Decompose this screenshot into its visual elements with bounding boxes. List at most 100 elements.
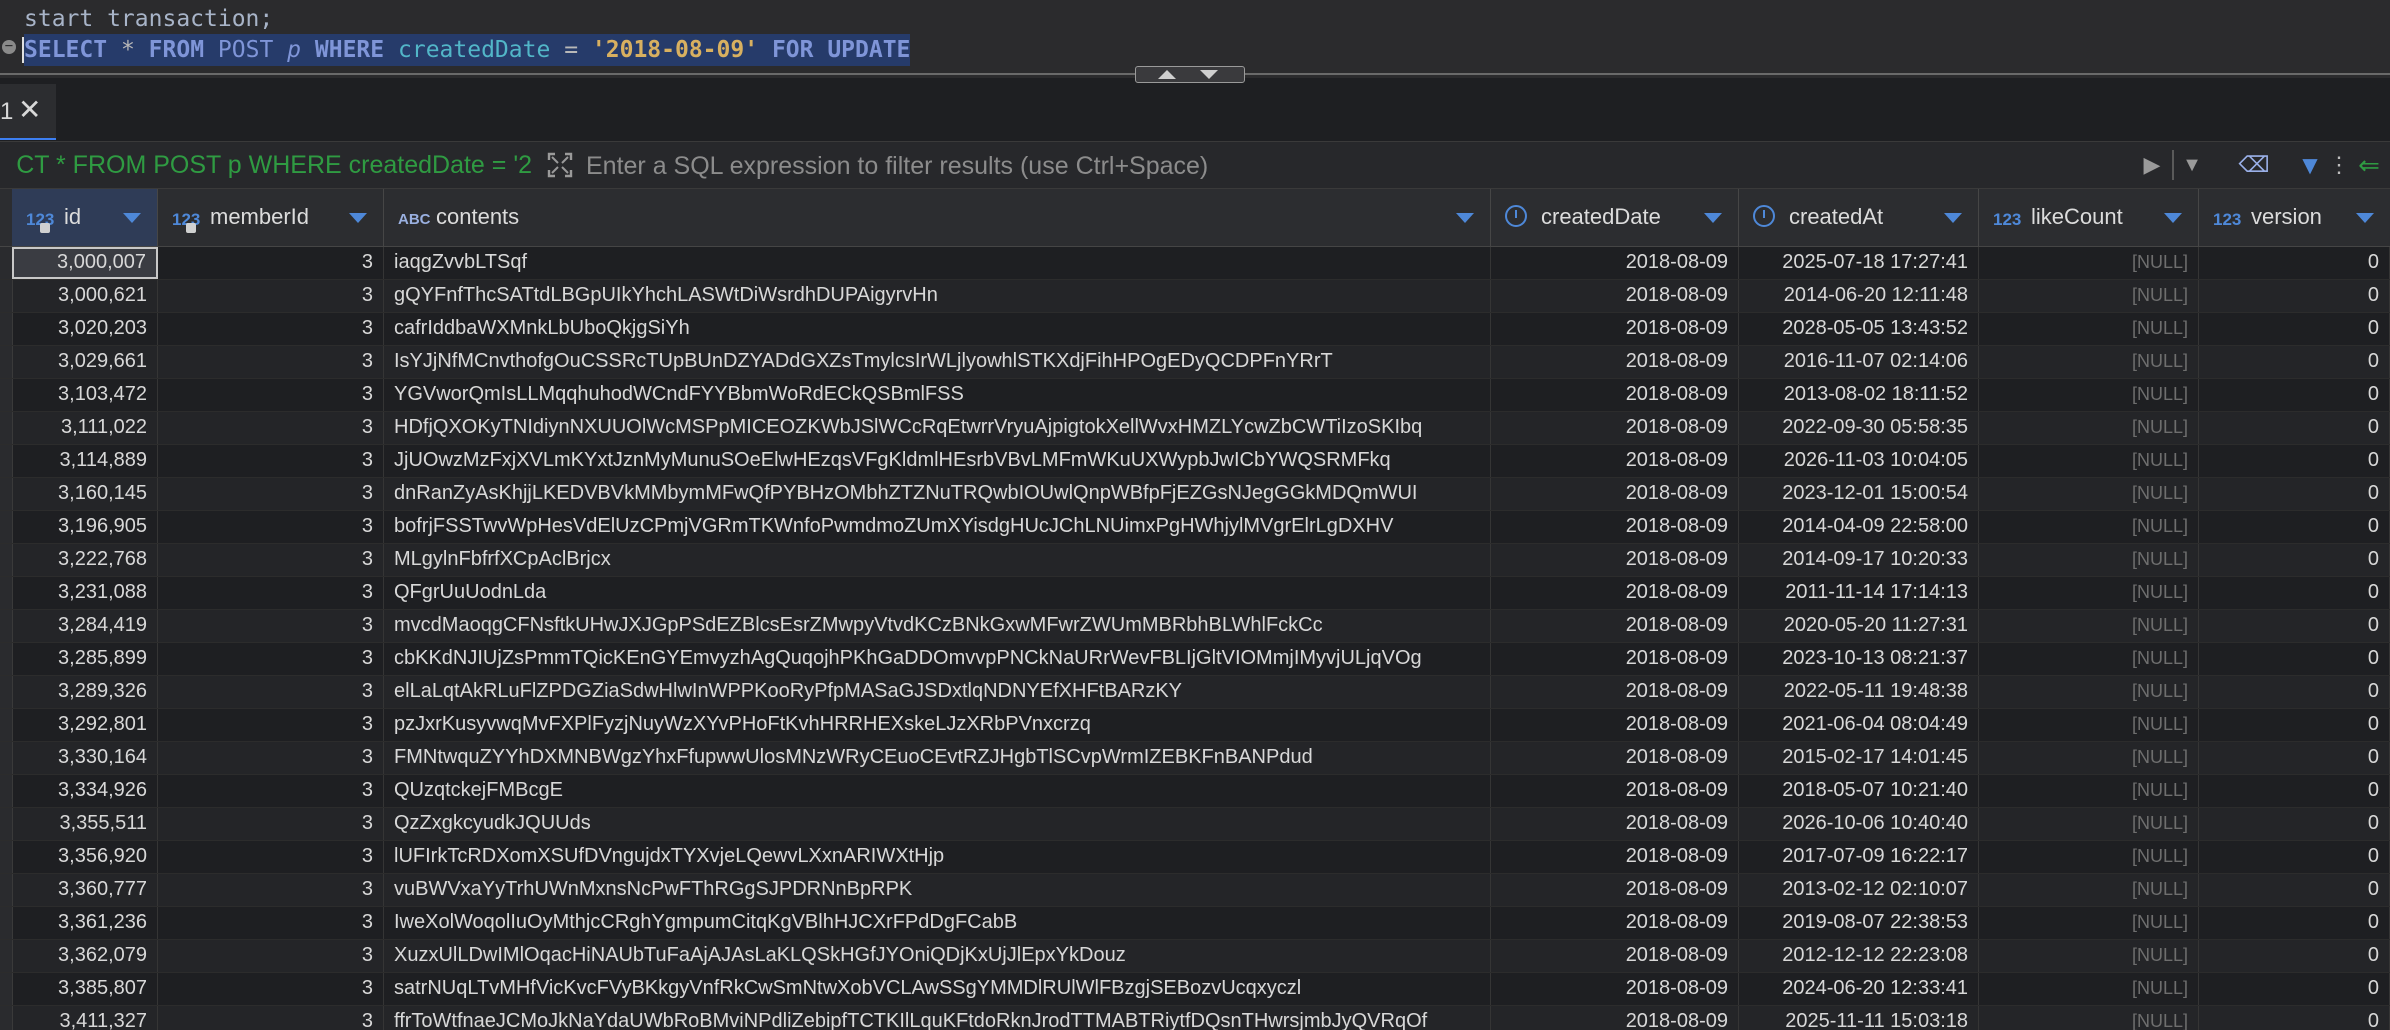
cell-version[interactable]: 0 [2199,610,2390,642]
cell-createdat[interactable]: 2013-02-12 02:10:07 [1739,874,1979,906]
cell-contents[interactable]: lUFIrkTcRDXomXSUfDVngujdxTYXvjeLQewvLXxn… [384,841,1491,873]
table-row[interactable]: 3,385,807 3 satrNUqLTvMHfVicKvcFVyBKkgyVnf… [0,973,2390,1006]
cell-version[interactable]: 0 [2199,874,2390,906]
more-icon[interactable]: ⋮ [2328,142,2350,188]
cell-contents[interactable]: gQYFnfThcSATtdLBGpUIkYhchLASWtDiWsrdhDUP… [384,280,1491,312]
cell-createddate[interactable]: 2018-08-09 [1491,973,1739,1005]
cell-createddate[interactable]: 2018-08-09 [1491,874,1739,906]
cell-id[interactable]: 3,114,889 [12,445,158,477]
cell-id[interactable]: 3,285,899 [12,643,158,675]
cell-id[interactable]: 3,334,926 [12,775,158,807]
cell-version[interactable]: 0 [2199,478,2390,510]
cell-contents[interactable]: mvcdMaoqgCFNsftkUHwJXJGpPSdEZBlcsEsrZMwp… [384,610,1491,642]
sql-editor[interactable]: start transaction; − SELECT * FROM POST … [0,0,2390,83]
cell-createdat[interactable]: 2017-07-09 16:22:17 [1739,841,1979,873]
cell-id[interactable]: 3,000,007 [12,247,158,279]
table-row[interactable]: 3,231,088 3 QFgrUuUodnLda 2018-08-09 2011-11… [0,577,2390,610]
cell-contents[interactable]: JjUOwzMzFxjXVLmKYxtJznMyMunuSOeElwHEzqsV… [384,445,1491,477]
table-row[interactable]: 3,356,920 3 lUFIrkTcRDXomXSUfDVngujdxTYXvj… [0,841,2390,874]
table-row[interactable]: 3,289,326 3 elLaLqtAkRLuFlZPDGZiaSdwHlwInW… [0,676,2390,709]
cell-version[interactable]: 0 [2199,412,2390,444]
cell-createdat[interactable]: 2026-10-06 10:40:40 [1739,808,1979,840]
cell-id[interactable]: 3,385,807 [12,973,158,1005]
cell-createdat[interactable]: 2014-06-20 12:11:48 [1739,280,1979,312]
cell-createdat[interactable]: 2024-06-20 12:33:41 [1739,973,1979,1005]
cell-memberid[interactable]: 3 [158,511,384,543]
cell-createddate[interactable]: 2018-08-09 [1491,313,1739,345]
cell-memberid[interactable]: 3 [158,313,384,345]
cell-createdat[interactable]: 2013-08-02 18:11:52 [1739,379,1979,411]
cell-createddate[interactable]: 2018-08-09 [1491,379,1739,411]
cell-version[interactable]: 0 [2199,577,2390,609]
cell-contents[interactable]: dnRanZyAsKhjjLKEDVBVkMMbymMFwQfPYBHzOMbh… [384,478,1491,510]
cell-memberid[interactable]: 3 [158,280,384,312]
splitter-handle[interactable] [1135,66,1245,83]
cell-createddate[interactable]: 2018-08-09 [1491,577,1739,609]
cell-id[interactable]: 3,020,203 [12,313,158,345]
cell-likecount[interactable]: [NULL] [1979,874,2199,906]
table-row[interactable]: 3,196,905 3 bofrjFSSTwvWpHesVdElUzCPmjVGRm… [0,511,2390,544]
cell-version[interactable]: 0 [2199,973,2390,1005]
maximize-up-icon[interactable] [1158,70,1176,79]
cell-createdat[interactable]: 2028-05-05 13:43:52 [1739,313,1979,345]
cell-likecount[interactable]: [NULL] [1979,544,2199,576]
cell-createddate[interactable]: 2018-08-09 [1491,478,1739,510]
cell-id[interactable]: 3,160,145 [12,478,158,510]
filter-icon[interactable]: ▼ [2296,142,2324,188]
cell-contents[interactable]: HDfjQXOKyTNIdiynNXUUOlWcMSPpMICEOZKWbJSl… [384,412,1491,444]
cell-id[interactable]: 3,029,661 [12,346,158,378]
cell-createdat[interactable]: 2018-05-07 10:21:40 [1739,775,1979,807]
cell-createdat[interactable]: 2023-10-13 08:21:37 [1739,643,1979,675]
cell-contents[interactable]: MLgylnFbfrfXCpAclBrjcx [384,544,1491,576]
cell-likecount[interactable]: [NULL] [1979,841,2199,873]
cell-version[interactable]: 0 [2199,643,2390,675]
cell-createddate[interactable]: 2018-08-09 [1491,907,1739,939]
cell-memberid[interactable]: 3 [158,544,384,576]
cell-memberid[interactable]: 3 [158,676,384,708]
sort-dropdown-icon[interactable] [349,213,367,223]
cell-contents[interactable]: bofrjFSSTwvWpHesVdElUzCPmjVGRmTKWnfoPwmd… [384,511,1491,543]
query-reference[interactable]: CT * FROM POST p WHERE createdDate = '2 [0,142,532,188]
cell-memberid[interactable]: 3 [158,940,384,972]
column-header-id[interactable]: 123 id [12,189,158,246]
cell-createdat[interactable]: 2025-11-11 15:03:18 [1739,1006,1979,1030]
cell-contents[interactable]: QUzqtckejFMBcgE [384,775,1491,807]
table-row[interactable]: 3,114,889 3 JjUOwzMzFxjXVLmKYxtJznMyMunuSO… [0,445,2390,478]
cell-createdat[interactable]: 2021-06-04 08:04:49 [1739,709,1979,741]
cell-memberid[interactable]: 3 [158,874,384,906]
cell-createddate[interactable]: 2018-08-09 [1491,709,1739,741]
cell-createddate[interactable]: 2018-08-09 [1491,610,1739,642]
cell-likecount[interactable]: [NULL] [1979,412,2199,444]
editor-line-2-selected[interactable]: SELECT * FROM POST p WHERE createdDate =… [24,34,911,66]
cell-version[interactable]: 0 [2199,907,2390,939]
cell-createdat[interactable]: 2023-12-01 15:00:54 [1739,478,1979,510]
table-row[interactable]: 3,222,768 3 MLgylnFbfrfXCpAclBrjcx 2018-08-… [0,544,2390,577]
cell-likecount[interactable]: [NULL] [1979,973,2199,1005]
cell-memberid[interactable]: 3 [158,412,384,444]
cell-createdat[interactable]: 2022-09-30 05:58:35 [1739,412,1979,444]
cell-createdat[interactable]: 2011-11-14 17:14:13 [1739,577,1979,609]
cell-version[interactable]: 0 [2199,346,2390,378]
cell-version[interactable]: 0 [2199,247,2390,279]
cell-likecount[interactable]: [NULL] [1979,1006,2199,1030]
cell-memberid[interactable]: 3 [158,445,384,477]
table-row[interactable]: 3,330,164 3 FMNtwquZYYhDXMNBWgzYhxFfupwwUl… [0,742,2390,775]
sort-dropdown-icon[interactable] [1704,213,1722,223]
cell-contents[interactable]: ffrToWtfnaeJCMoJkNaYdaUWbRoBMviNPdliZebi… [384,1006,1491,1030]
table-row[interactable]: 3,285,899 3 cbKKdNJIUjZsPmmTQicKEnGYEmvyzh… [0,643,2390,676]
eraser-icon[interactable]: ⌫ [2234,142,2274,188]
cell-likecount[interactable]: [NULL] [1979,313,2199,345]
table-row[interactable]: 3,360,777 3 vuBWVxaYyTrhUWnMxnsNcPwFThRGgS… [0,874,2390,907]
cell-contents[interactable]: QFgrUuUodnLda [384,577,1491,609]
fold-marker-icon[interactable]: − [2,39,16,54]
cell-createddate[interactable]: 2018-08-09 [1491,544,1739,576]
cell-createdat[interactable]: 2025-07-18 17:27:41 [1739,247,1979,279]
cell-id[interactable]: 3,330,164 [12,742,158,774]
cell-id[interactable]: 3,196,905 [12,511,158,543]
cell-createdat[interactable]: 2019-08-07 22:38:53 [1739,907,1979,939]
cell-id[interactable]: 3,355,511 [12,808,158,840]
column-header-likecount[interactable]: 123 likeCount [1979,189,2199,246]
cell-likecount[interactable]: [NULL] [1979,478,2199,510]
cell-id[interactable]: 3,103,472 [12,379,158,411]
table-row[interactable]: 3,103,472 3 YGVworQmIsLLMqqhuhodWCndFYYBbm… [0,379,2390,412]
